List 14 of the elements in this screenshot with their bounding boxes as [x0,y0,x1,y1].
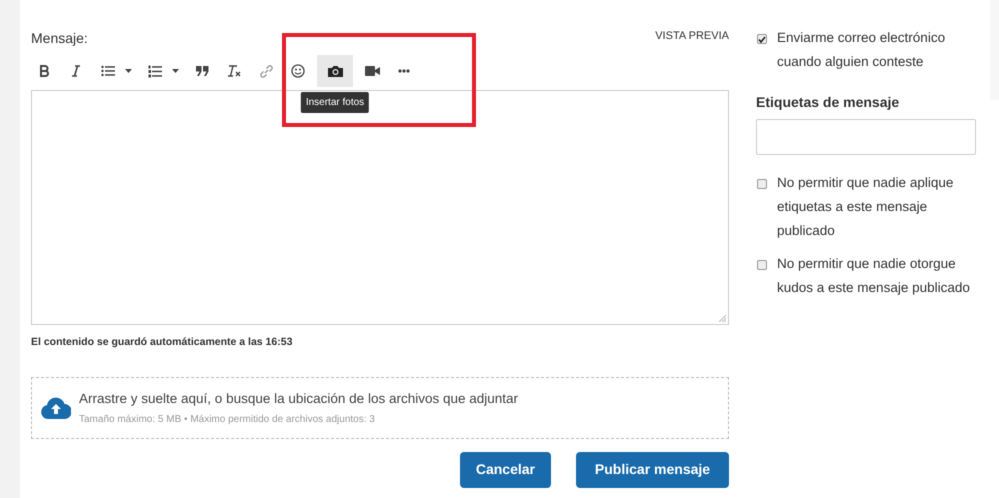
publish-button[interactable]: Publicar mensaje [576,452,729,488]
tooltip: Insertar fotos [300,92,370,113]
message-label: Mensaje: [31,29,88,48]
autosave-text: El contenido se guardó automáticamente a las 16:53 [31,335,294,350]
preview-link[interactable]: VISTA PREVIA [655,28,729,44]
cancel-button[interactable]: Cancelar [460,452,551,488]
checkbox-label: Enviarme correo electrónico cuando alguien conteste [777,29,946,71]
attachment-limits: Tamaño máximo: 5 MB • Máximo permitido de archivos adjuntos: 3 [79,412,376,427]
checkbox-label: No permitir que nadie otorgue kudos a este mensaje publicado [777,255,971,297]
browse-link[interactable]: busque [226,390,270,406]
attachment-dropzone[interactable]: Arrastre y suelte aquí, o busque la ubicación de los archivos que adjuntar Tamaño máximo: 5 MB • Máximo permitido de archivos adjuntos: 3 [31,376,729,439]
tags-label: Etiquetas de mensaje [756,93,900,112]
dropzone-instructions: Arrastre y suelte aquí, o busque la ubicación de los archivos que adjuntar [79,390,518,408]
checkbox-label: No permitir que nadie aplique etiquetas a este mensaje publicado [777,174,954,240]
